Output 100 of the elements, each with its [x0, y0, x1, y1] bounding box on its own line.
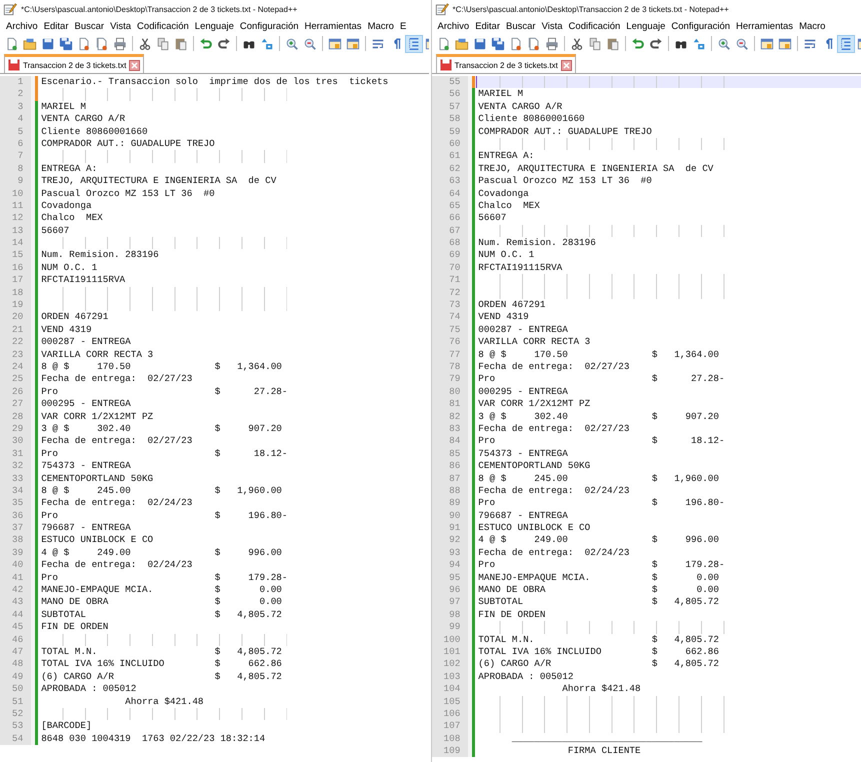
- menu-item[interactable]: E: [396, 20, 410, 32]
- menu-item[interactable]: Vista: [107, 20, 134, 32]
- line-number: 103: [432, 670, 468, 684]
- menu-item[interactable]: Macro: [364, 20, 397, 32]
- line-number: 27: [0, 398, 32, 411]
- line-number: 86: [432, 460, 468, 472]
- text-line: APROBADA : 005012: [478, 670, 574, 684]
- text-line: Escenario.- Transaccion solo imprime dos de los tres tickets: [41, 76, 388, 88]
- menu-item[interactable]: Archivo: [434, 20, 472, 32]
- text-line: Pro $ 179.28-: [478, 559, 725, 572]
- line-number: 56: [432, 88, 468, 101]
- text-line: Fecha de entrega: 02/27/23: [41, 373, 192, 386]
- menu-item[interactable]: Buscar: [72, 20, 108, 32]
- line-number: 2: [0, 88, 32, 101]
- line-number: 66: [432, 212, 468, 225]
- menu-item[interactable]: Editar: [40, 20, 72, 32]
- text-line: VENTA CARGO A/R: [478, 100, 562, 114]
- line-number: 24: [0, 360, 32, 374]
- menu-item[interactable]: Lenguaje: [623, 20, 668, 32]
- line-number: 70: [432, 262, 468, 274]
- line-number: 9: [0, 175, 32, 188]
- menu-item[interactable]: Archivo: [3, 20, 41, 32]
- line-number: 84: [432, 435, 468, 448]
- text-line: CEMENTOPORTLAND 50KG: [478, 460, 590, 472]
- menu-item[interactable]: Herramientas: [733, 20, 796, 32]
- text-line: Pro $ 196.80-: [478, 497, 725, 510]
- line-number: 93: [432, 546, 468, 560]
- line-number: 74: [432, 311, 468, 324]
- text-line: CEMENTOPORTLAND 50KG: [41, 472, 154, 485]
- close-icon[interactable]: [129, 60, 140, 70]
- line-number: 4: [0, 113, 32, 126]
- text-line: TREJO, ARQUITECTURA E INGENIERIA SA de CV: [41, 175, 276, 188]
- text-line: Pro $ 18.12-: [478, 435, 725, 448]
- menu-item[interactable]: Editar: [472, 20, 504, 32]
- text-line: Fecha de entrega: 02/24/23: [41, 559, 192, 572]
- line-number: 71: [432, 274, 468, 287]
- menu-item[interactable]: Herramientas: [302, 20, 365, 32]
- line-number: 77: [432, 348, 468, 361]
- text-line: 4 @ $ 249.00 $ 996.00: [41, 546, 282, 560]
- line-number: 105: [432, 696, 468, 708]
- line-number: 72: [432, 286, 468, 300]
- file-tab[interactable]: Transaccion 2 de 3 tickets.txt: [436, 54, 576, 73]
- close-icon[interactable]: [560, 60, 572, 70]
- text-line: 754373 - ENTREGA: [41, 460, 131, 472]
- menu-item[interactable]: Macro: [796, 20, 828, 32]
- line-number: 7: [0, 150, 32, 163]
- indent-guides-icon[interactable]: [836, 34, 854, 52]
- indent-guides-icon[interactable]: [405, 34, 423, 52]
- line-number: 5: [0, 126, 32, 138]
- line-number: 61: [432, 150, 468, 163]
- line-number: 102: [432, 658, 468, 671]
- line-number: 13: [0, 224, 32, 238]
- text-line: Pro $ 27.28-: [41, 386, 288, 398]
- text-line: Covadonga: [41, 200, 92, 212]
- text-line: 000295 - ENTREGA: [41, 398, 131, 411]
- line-number: 29: [0, 422, 32, 436]
- line-number: 22: [0, 336, 32, 349]
- text-line: RFCTAI191115RVA: [478, 262, 562, 274]
- line-number: 54: [0, 732, 32, 746]
- line-number: 60: [432, 138, 468, 150]
- menu-item[interactable]: Vista: [538, 20, 566, 32]
- line-number: 48: [0, 658, 32, 671]
- file-tab[interactable]: Transaccion 2 de 3 tickets.txt: [4, 54, 144, 73]
- line-number: 35: [0, 497, 32, 510]
- menu-item[interactable]: Codificación: [566, 20, 624, 32]
- text-line: ESTUCO UNIBLOCK E CO: [41, 534, 154, 547]
- line-number: 25: [0, 373, 32, 386]
- line-number: 51: [0, 696, 32, 708]
- menu-item[interactable]: Configuración: [668, 20, 734, 32]
- window-title: *C:\Users\pascual.antonio\Desktop\Transaccion 2 de 3 tickets.txt - Notepad++: [452, 4, 729, 14]
- menu-item[interactable]: Buscar: [503, 20, 539, 32]
- menu-item[interactable]: Codificación: [134, 20, 192, 32]
- line-number: 20: [0, 311, 32, 324]
- text-line: SUBTOTAL $ 4,805.72: [478, 596, 720, 609]
- line-number: 34: [0, 484, 32, 498]
- text-line: 8648 030 1004319 1763 02/22/23 18:32:14: [41, 732, 266, 746]
- text-line: RFCTAI191115RVA: [41, 274, 126, 287]
- menu-item[interactable]: Lenguaje: [192, 20, 237, 32]
- line-number: 89: [432, 497, 468, 510]
- line-number: 23: [0, 348, 32, 361]
- line-number: 83: [432, 422, 468, 436]
- text-line: TREJO, ARQUITECTURA E INGENIERIA SA de CV: [478, 162, 714, 176]
- line-number: 65: [432, 200, 468, 212]
- text-line: VARILLA CORR RECTA 3: [41, 348, 154, 361]
- line-number: 100: [432, 634, 468, 646]
- line-number: 92: [432, 534, 468, 547]
- text-line: VAR CORR 1/2X12MT PZ: [478, 398, 590, 411]
- line-number: 59: [432, 126, 468, 138]
- text-line: Num. Remision. 283196: [41, 249, 159, 262]
- text-line: 000287 - ENTREGA: [478, 324, 568, 336]
- line-number: 97: [432, 596, 468, 609]
- text-line: 8 @ $ 170.50 $ 1,364.00: [41, 360, 282, 374]
- line-number: 64: [432, 188, 468, 200]
- text-line: TOTAL IVA 16% INCLUIDO $ 662.86: [41, 658, 282, 671]
- line-number: 8: [0, 162, 32, 176]
- line-number: 73: [432, 299, 468, 312]
- text-line: ENTREGA A:: [41, 162, 98, 176]
- line-number: 32: [0, 460, 32, 472]
- menu-item[interactable]: Configuración: [236, 20, 302, 32]
- line-number: 108: [432, 732, 468, 746]
